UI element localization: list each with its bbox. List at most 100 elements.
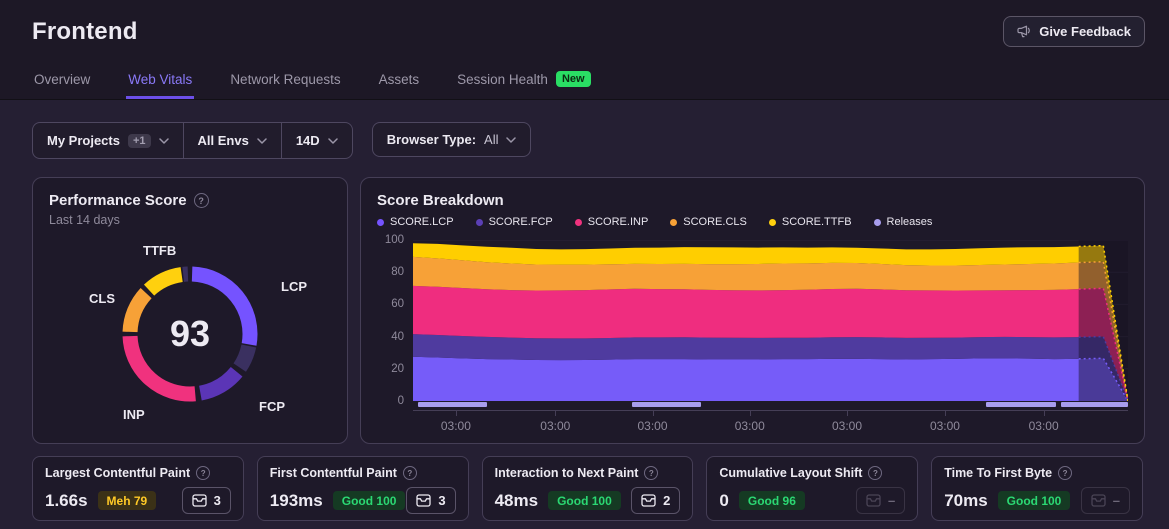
legend-item-inp[interactable]: SCORE.INP: [574, 216, 649, 228]
card-title: Time To First Byte: [944, 466, 1053, 480]
inbox-issues-icon: [416, 494, 432, 507]
release-track: [413, 402, 1128, 408]
score-status-badge: Meh 79: [97, 491, 157, 510]
legend-label: SCORE.INP: [587, 216, 649, 228]
chart-legend: SCORE.LCP SCORE.FCP SCORE.INP SCORE.CLS …: [377, 216, 1128, 228]
card-value-row: 193ms Good 100 3: [270, 487, 456, 514]
y-axis-labels: 0 20 40 60 80 100: [384, 234, 404, 407]
web-vitals-cards-row: Largest Contentful Paint ? 1.66s Meh 79 …: [32, 456, 1143, 521]
release-bar[interactable]: [1060, 402, 1128, 407]
ring-label-fcp: FCP: [259, 399, 285, 414]
tab-bar: Overview Web Vitals Network Requests Ass…: [32, 71, 593, 99]
megaphone-icon: [1017, 25, 1031, 38]
legend-item-ttfb[interactable]: SCORE.TTFB: [768, 216, 852, 228]
tab-web-vitals[interactable]: Web Vitals: [126, 71, 194, 99]
card-time-to-first-byte[interactable]: Time To First Byte ? 70ms Good 100 –: [931, 456, 1143, 521]
help-icon[interactable]: ?: [196, 466, 211, 480]
release-bar[interactable]: [985, 402, 1056, 407]
environments-filter[interactable]: All Envs: [182, 123, 281, 158]
ring-label-ttfb: TTFB: [143, 243, 177, 258]
card-title: First Contentful Paint: [269, 466, 397, 480]
chevron-down-icon: [327, 137, 338, 144]
score-status-badge: Good 96: [738, 491, 805, 510]
frontend-insights-page: Frontend Give Feedback Overview Web Vita…: [0, 0, 1169, 529]
card-value: 48ms: [494, 490, 539, 510]
legend-item-fcp[interactable]: SCORE.FCP: [475, 216, 553, 228]
score-status-badge: Good 100: [332, 491, 406, 510]
score-status-badge: Good 100: [548, 491, 621, 510]
tab-assets[interactable]: Assets: [377, 71, 422, 99]
x-axis-labels: 03:00 03:00 03:00 03:00 03:00 03:00 03:00: [440, 419, 1059, 433]
performance-score-ring[interactable]: [105, 249, 275, 419]
score-breakdown-title-row: Score Breakdown: [377, 192, 1128, 209]
page-title: Frontend: [32, 18, 138, 45]
card-title-row: Cumulative Layout Shift ?: [719, 466, 905, 480]
card-title-row: Time To First Byte ?: [944, 466, 1130, 480]
help-icon[interactable]: ?: [644, 466, 659, 480]
issues-count-button[interactable]: 2: [631, 487, 681, 514]
tab-network-requests[interactable]: Network Requests: [228, 71, 342, 99]
give-feedback-button[interactable]: Give Feedback: [1003, 16, 1145, 47]
card-interaction-to-next-paint[interactable]: Interaction to Next Paint ? 48ms Good 10…: [481, 456, 694, 521]
give-feedback-label: Give Feedback: [1039, 24, 1131, 39]
help-icon[interactable]: ?: [868, 466, 883, 480]
chevron-down-icon: [506, 136, 517, 143]
legend-label: SCORE.LCP: [390, 216, 454, 228]
issues-count: 3: [438, 493, 446, 508]
score-breakdown-chart[interactable]: [413, 240, 1128, 401]
card-title-row: Largest Contentful Paint ?: [45, 466, 231, 480]
tab-label: Assets: [378, 71, 420, 87]
card-title-row: First Contentful Paint ?: [270, 466, 456, 480]
inbox-issues-icon: [191, 494, 207, 507]
card-value: 1.66s: [45, 490, 88, 510]
legend-item-releases[interactable]: Releases: [873, 216, 933, 228]
issues-count: 3: [213, 493, 221, 508]
card-value-row: 1.66s Meh 79 3: [45, 487, 231, 514]
release-bar[interactable]: [631, 402, 702, 407]
browser-type-filter[interactable]: Browser Type: All: [371, 122, 532, 157]
help-icon[interactable]: ?: [193, 193, 209, 208]
tab-label: Session Health: [457, 71, 548, 87]
performance-score-ring-wrap: 93 TTFB LCP CLS FCP INP: [49, 233, 331, 438]
filter-bar: My Projects +1 All Envs 14D Browser Type…: [32, 122, 1145, 159]
issues-count-button[interactable]: 3: [406, 487, 456, 514]
legend-item-lcp[interactable]: SCORE.LCP: [377, 216, 454, 228]
card-value-row: 70ms Good 100 –: [944, 487, 1130, 514]
projects-filter[interactable]: My Projects +1: [33, 123, 183, 158]
card-value: 0: [719, 490, 729, 510]
card-title: Interaction to Next Paint: [494, 466, 639, 480]
legend-label: Releases: [886, 216, 933, 228]
browser-type-label: Browser Type:: [386, 132, 477, 147]
issues-count-button[interactable]: 3: [181, 487, 231, 514]
card-largest-contentful-paint[interactable]: Largest Contentful Paint ? 1.66s Meh 79 …: [32, 456, 244, 521]
release-bar[interactable]: [418, 402, 488, 407]
environments-filter-label: All Envs: [197, 133, 249, 148]
issues-count-button: –: [1080, 487, 1130, 514]
ring-label-lcp: LCP: [281, 279, 307, 294]
score-breakdown-title: Score Breakdown: [377, 192, 504, 209]
issues-count: –: [1112, 493, 1120, 508]
projects-filter-label: My Projects: [47, 133, 120, 148]
help-icon[interactable]: ?: [402, 466, 417, 480]
card-first-contentful-paint[interactable]: First Contentful Paint ? 193ms Good 100 …: [256, 456, 469, 521]
legend-item-cls[interactable]: SCORE.CLS: [670, 216, 747, 228]
legend-dot: [873, 218, 881, 226]
tab-overview[interactable]: Overview: [32, 71, 92, 99]
tab-session-health[interactable]: Session Health New: [455, 71, 592, 99]
inbox-issues-icon: [641, 494, 656, 507]
projects-extra-count: +1: [127, 133, 151, 148]
issues-count: 2: [663, 493, 671, 508]
legend-label: SCORE.FCP: [488, 216, 553, 228]
legend-label: SCORE.TTFB: [781, 216, 852, 228]
card-cumulative-layout-shift[interactable]: Cumulative Layout Shift ? 0 Good 96 –: [706, 456, 919, 521]
page-filter-group: My Projects +1 All Envs 14D: [32, 122, 353, 159]
inbox-issues-icon: [866, 494, 881, 507]
plot-column: 03:00 03:00 03:00 03:00 03:00 03:00 03:00: [413, 240, 1128, 435]
help-icon[interactable]: ?: [1058, 466, 1073, 480]
ring-label-inp: INP: [123, 407, 145, 422]
date-range-filter[interactable]: 14D: [280, 123, 352, 158]
new-badge: New: [555, 71, 591, 87]
card-value: 193ms: [269, 490, 323, 510]
card-value-row: 48ms Good 100 2: [495, 487, 681, 514]
legend-dot: [574, 218, 582, 226]
